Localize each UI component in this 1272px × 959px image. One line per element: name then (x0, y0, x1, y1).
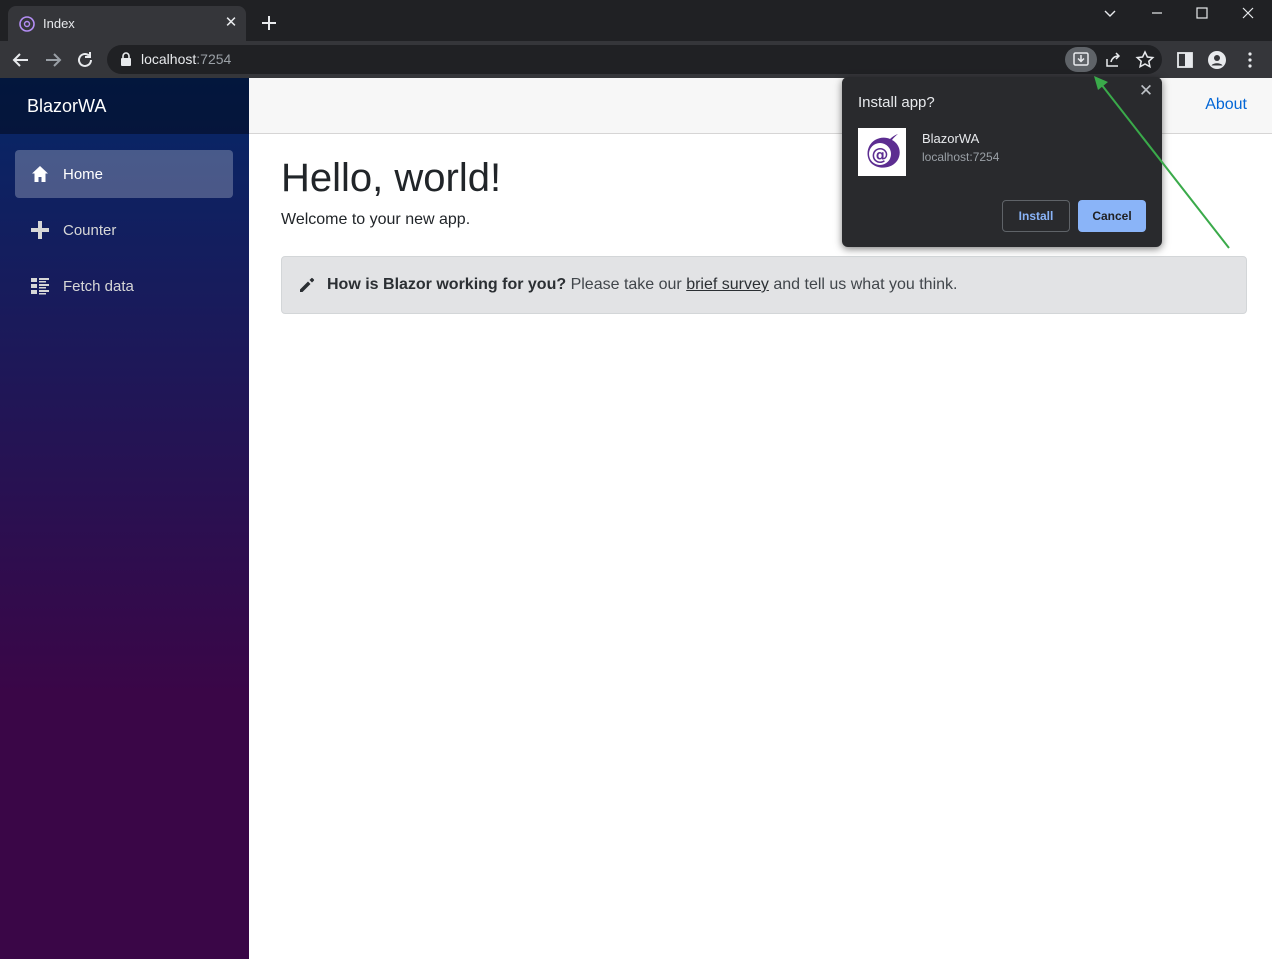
address-bar[interactable]: localhost:7254 (107, 45, 1162, 74)
lock-icon[interactable] (119, 52, 133, 67)
survey-text-after: and tell us what you think. (768, 276, 958, 293)
install-app-button[interactable] (1065, 47, 1097, 72)
dialog-close-icon[interactable]: ✕ (1138, 82, 1154, 99)
sidebar-item-counter[interactable]: Counter (15, 206, 233, 254)
browser-toolbar: localhost:7254 (0, 41, 1272, 78)
forward-icon[interactable] (42, 49, 64, 71)
cancel-button[interactable]: Cancel (1078, 200, 1146, 232)
share-icon[interactable] (1103, 50, 1123, 70)
survey-text: How is Blazor working for you? Please ta… (327, 276, 957, 294)
app-icon: @ (858, 128, 906, 176)
bookmark-star-icon[interactable] (1135, 50, 1155, 70)
install-icon (1073, 52, 1089, 66)
page-title: Hello, world! (281, 156, 502, 200)
sidebar: BlazorWA Home Counter Fetch data (0, 78, 249, 959)
tab-close-icon[interactable]: ✕ (222, 14, 240, 32)
back-icon[interactable] (10, 49, 32, 71)
url-text[interactable]: localhost:7254 (141, 51, 231, 67)
tab-search-chevron-icon[interactable] (1095, 6, 1125, 24)
app-origin: localhost:7254 (922, 150, 1000, 164)
profile-avatar-icon[interactable] (1207, 50, 1227, 70)
tab-title: Index (43, 16, 75, 31)
install-button[interactable]: Install (1002, 200, 1070, 232)
more-menu-icon[interactable] (1240, 50, 1260, 70)
home-icon (32, 166, 48, 182)
list-icon (31, 278, 49, 295)
plus-icon (31, 221, 49, 239)
brand-bar: BlazorWA (0, 78, 249, 134)
pencil-icon (300, 277, 315, 292)
browser-tab[interactable]: Index ✕ (8, 6, 246, 41)
dialog-title: Install app? (858, 94, 935, 111)
svg-text:@: @ (872, 145, 889, 165)
blazor-favicon-icon (19, 16, 35, 32)
brand-link[interactable]: BlazorWA (27, 96, 106, 117)
survey-question: How is Blazor working for you? (327, 276, 567, 293)
new-tab-icon[interactable] (258, 12, 280, 34)
welcome-text: Welcome to your new app. (281, 211, 471, 228)
survey-text-before: Please take our (566, 276, 687, 293)
sidebar-item-label: Counter (63, 222, 117, 239)
install-app-dialog: Install app? ✕ @ BlazorWA localhost:7254… (842, 77, 1162, 247)
sidebar-item-label: Fetch data (63, 278, 134, 295)
maximize-icon[interactable] (1187, 6, 1217, 24)
minimize-icon[interactable] (1142, 6, 1172, 24)
reload-icon[interactable] (74, 49, 96, 71)
sidebar-item-home[interactable]: Home (15, 150, 233, 198)
survey-link[interactable]: brief survey (686, 276, 769, 293)
window-close-icon[interactable] (1233, 6, 1263, 24)
side-panel-icon[interactable] (1175, 50, 1195, 70)
blazor-logo-icon: @ (867, 134, 900, 168)
app-name: BlazorWA (922, 131, 980, 146)
sidebar-item-fetch-data[interactable]: Fetch data (15, 262, 233, 310)
tab-strip: Index ✕ (0, 0, 1272, 41)
survey-prompt: How is Blazor working for you? Please ta… (281, 256, 1247, 314)
sidebar-item-label: Home (63, 166, 104, 183)
about-link[interactable]: About (1205, 96, 1247, 114)
